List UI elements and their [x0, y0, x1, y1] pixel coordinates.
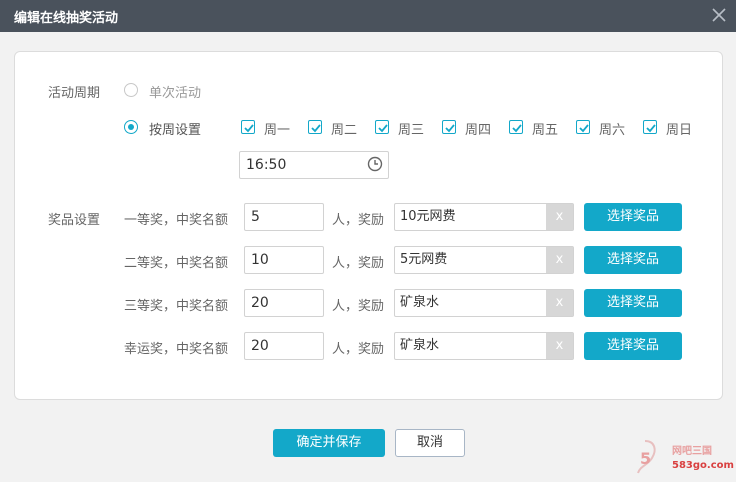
- prize-tier-label: 三等奖，中奖名额: [124, 299, 229, 314]
- select-prize-button[interactable]: 选择奖品: [584, 203, 682, 231]
- weekday-label: 周四: [465, 123, 492, 138]
- select-prize-button[interactable]: 选择奖品: [584, 246, 682, 274]
- winner-count-input[interactable]: 5: [244, 203, 324, 231]
- clock-icon[interactable]: [367, 156, 383, 172]
- winner-count-input[interactable]: 20: [244, 332, 324, 360]
- cancel-button[interactable]: 取消: [395, 429, 465, 457]
- reward-label: 人，奖励: [332, 342, 385, 357]
- prize-field[interactable]: 矿泉水 x: [394, 289, 574, 317]
- winner-count-value: 5: [251, 209, 260, 225]
- weekday-checkbox-4[interactable]: [442, 120, 456, 134]
- window-title: 编辑在线抽奖活动: [14, 11, 119, 26]
- weekday-checkbox-3[interactable]: [375, 120, 389, 134]
- check-icon: [445, 124, 455, 133]
- weekday-checkbox-1[interactable]: [241, 120, 255, 134]
- prize-field[interactable]: 10元网费 x: [394, 203, 574, 231]
- reward-label: 人，奖励: [332, 213, 385, 228]
- weekday-label: 周五: [532, 123, 559, 138]
- prize-field[interactable]: 矿泉水 x: [394, 332, 574, 360]
- weekday-label: 周二: [331, 123, 358, 138]
- prize-field[interactable]: 5元网费 x: [394, 246, 574, 274]
- radio-weekly-label: 按周设置: [149, 123, 202, 138]
- winner-count-value: 20: [251, 338, 269, 354]
- check-icon: [244, 124, 254, 133]
- prize-value: 矿泉水: [400, 295, 440, 310]
- weekday-label: 周一: [264, 123, 291, 138]
- radio-single[interactable]: [124, 83, 138, 97]
- svg-text:5: 5: [640, 449, 651, 468]
- clear-prize-button[interactable]: x: [546, 290, 573, 316]
- check-icon: [378, 124, 388, 133]
- save-button[interactable]: 确定并保存: [273, 429, 385, 457]
- prize-value: 10元网费: [400, 209, 456, 224]
- weekday-checkbox-5[interactable]: [509, 120, 523, 134]
- watermark-name: 网吧三国: [672, 446, 712, 457]
- close-icon[interactable]: [710, 6, 728, 24]
- winner-count-input[interactable]: 20: [244, 289, 324, 317]
- check-icon: [579, 124, 589, 133]
- check-icon: [646, 124, 656, 133]
- winner-count-value: 10: [251, 252, 269, 268]
- select-prize-button[interactable]: 选择奖品: [584, 332, 682, 360]
- prize-value: 5元网费: [400, 252, 448, 267]
- winner-count-value: 20: [251, 295, 269, 311]
- reward-label: 人，奖励: [332, 256, 385, 271]
- clear-prize-button[interactable]: x: [546, 204, 573, 230]
- winner-count-input[interactable]: 10: [244, 246, 324, 274]
- weekday-checkbox-6[interactable]: [576, 120, 590, 134]
- weekday-checkbox-7[interactable]: [643, 120, 657, 134]
- radio-single-label: 单次活动: [149, 86, 202, 101]
- select-prize-button[interactable]: 选择奖品: [584, 289, 682, 317]
- prize-tier-label: 二等奖，中奖名额: [124, 256, 229, 271]
- weekday-checkbox-2[interactable]: [308, 120, 322, 134]
- title-bar: 编辑在线抽奖活动: [0, 0, 736, 32]
- prize-tier-label: 一等奖，中奖名额: [124, 213, 229, 228]
- watermark-logo: 5 网吧三国 583go.com: [630, 438, 734, 478]
- prize-tier-label: 幸运奖，中奖名额: [124, 342, 229, 357]
- reward-label: 人，奖励: [332, 299, 385, 314]
- weekday-label: 周三: [398, 123, 425, 138]
- prizes-label: 奖品设置: [48, 213, 101, 228]
- watermark-url: 583go.com: [672, 460, 734, 471]
- radio-weekly[interactable]: [124, 120, 138, 134]
- period-label: 活动周期: [48, 86, 101, 101]
- clear-prize-button[interactable]: x: [546, 333, 573, 359]
- weekday-label: 周日: [666, 123, 693, 138]
- check-icon: [311, 124, 321, 133]
- clear-prize-button[interactable]: x: [546, 247, 573, 273]
- check-icon: [512, 124, 522, 133]
- weekday-label: 周六: [599, 123, 626, 138]
- prize-value: 矿泉水: [400, 338, 440, 353]
- time-value: 16:50: [246, 157, 287, 173]
